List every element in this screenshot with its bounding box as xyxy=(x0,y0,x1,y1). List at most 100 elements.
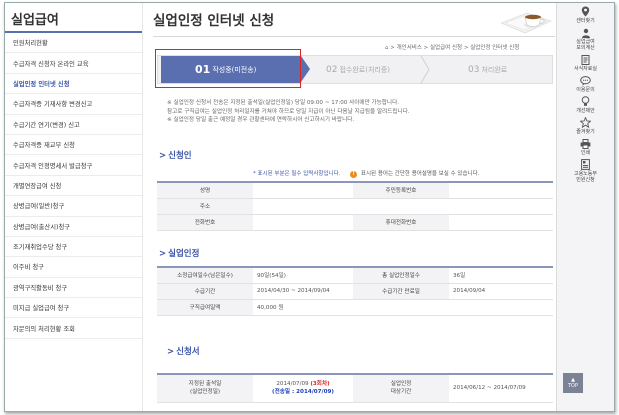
forms-library-button[interactable]: 서식자료실 xyxy=(557,51,614,72)
speech-bubble-icon xyxy=(580,75,592,86)
round-number: (3회차) xyxy=(310,381,330,388)
coffee-cup-illustration xyxy=(500,12,552,34)
application-heading: > 신청서 xyxy=(167,345,200,357)
notice-line-1: ※ 실업인정 신청서 전송은 지정된 출석일(실업인정일) 당일 09:00 ~… xyxy=(167,100,399,106)
browser-frame: 실업급여 민원처리현황 수급자격 신청자 온라인 교육 실업인정 인터넷 신청 … xyxy=(4,2,615,412)
chevron-right-icon: > xyxy=(167,347,175,357)
step-2-label: 접수완료(처리중) xyxy=(339,65,390,74)
step-1-arrow-icon xyxy=(301,56,310,82)
ministry-complaint-label: 고용노동부 민원신청 xyxy=(573,171,597,183)
star-icon xyxy=(580,117,592,128)
step-separator-icon xyxy=(420,56,430,83)
recognition-heading: > 실업인정 xyxy=(159,247,199,259)
inquiry-label: 이용문의 xyxy=(576,87,595,93)
suggestion-label: 개선제안 xyxy=(576,108,595,114)
main-content: 실업인정 인터넷 신청 ⌂ > 개인서비스 > 실업급여 신청 > 실업인정 인… xyxy=(145,3,555,411)
recognition-table: 소정급여일수(남은일수) 90일(54일) 총 실업인정일수 36일 수급기간 … xyxy=(157,266,553,316)
sidebar-item-period-extension[interactable]: 수급기간 연기(변경) 신고 xyxy=(5,115,142,135)
daily-benefit-label: 구직급여일액 xyxy=(157,299,253,316)
table-row: 소정급여일수(남은일수) 90일(54일) 총 실업인정일수 36일 xyxy=(157,267,553,284)
benefit-days-label: 소정급여일수(남은일수) xyxy=(157,267,253,284)
person-icon xyxy=(580,27,592,38)
attendance-date-value: 2014/07/09 (3회차) (전송일 : 2014/07/09) xyxy=(253,374,353,403)
sidebar-item-individual-extension[interactable]: 개별연장급여 신청 xyxy=(5,176,142,197)
mobile-label: 휴대전화번호 xyxy=(353,214,449,231)
forms-library-label: 서식자료실 xyxy=(573,66,597,72)
step-3-label: 처리완료 xyxy=(481,65,508,74)
sidebar-item-unpaid-benefit[interactable]: 미지급 실업급여 청구 xyxy=(5,298,142,319)
sidebar-item-certificate-change[interactable]: 수급자격증 기재사항 변경신고 xyxy=(5,94,142,115)
location-pin-icon xyxy=(580,6,592,17)
sidebar-item-internet-recognition[interactable]: 실업인정 인터넷 신청 xyxy=(5,74,142,95)
right-utility-bar: 센터찾기 실업급여 모의계산 서식자료실 이용문의 개선제안 즐겨찾기 인쇄 고… xyxy=(556,3,614,411)
scroll-top-button[interactable]: ▲ TOP xyxy=(563,373,583,393)
table-row: 주소 xyxy=(157,198,553,215)
sidebar-item-relocation[interactable]: 이주비 청구 xyxy=(5,257,142,278)
ministry-complaint-button[interactable]: 고용노동부 민원신청 xyxy=(557,156,614,183)
sidebar-item-statement-request[interactable]: 수급자격 인정명세서 발급청구 xyxy=(5,155,142,176)
document-icon xyxy=(580,54,592,65)
favorites-label: 즐겨찾기 xyxy=(576,129,595,135)
applicant-heading-label: 신청인 xyxy=(168,151,192,161)
table-row: 지정된 출석일 (실업인정일) 2014/07/09 (3회차) (전송일 : … xyxy=(157,374,553,403)
sidebar-title: 실업급여 xyxy=(5,3,142,33)
scroll-top-label: TOP xyxy=(567,383,578,389)
benefit-period-value: 2014/04/30 ~ 2014/09/04 xyxy=(253,283,353,300)
name-label: 성명 xyxy=(157,182,253,199)
favorites-button[interactable]: 즐겨찾기 xyxy=(557,114,614,135)
phone-field[interactable] xyxy=(253,214,353,231)
period-expiry-label: 수급기간 만료일 xyxy=(353,283,449,300)
sidebar-item-early-reemployment[interactable]: 조기재취업수당 청구 xyxy=(5,237,142,258)
resident-number-field[interactable] xyxy=(449,182,553,199)
application-heading-label: 신청서 xyxy=(176,347,200,357)
resident-number-label: 주민등록번호 xyxy=(353,182,449,199)
total-recognition-days-value: 36일 xyxy=(449,267,553,284)
sidebar-item-sickness-general[interactable]: 상병급여(일반)청구 xyxy=(5,196,142,217)
sent-date: (전송일 : 2014/07/09) xyxy=(272,389,334,396)
sidebar-item-complaint-status[interactable]: 민원처리현황 xyxy=(5,33,142,54)
print-button[interactable]: 인쇄 xyxy=(557,135,614,156)
table-row: 수급기간 2014/04/30 ~ 2014/09/04 수급기간 만료일 20… xyxy=(157,283,553,300)
table-row: 구직급여일액 40,000 원 xyxy=(157,299,553,316)
period-expiry-value: 2014/09/04 xyxy=(449,283,553,300)
target-period-label-line-1: 실업인정 xyxy=(390,381,412,388)
printer-icon xyxy=(580,138,592,149)
mobile-field[interactable] xyxy=(449,214,553,231)
application-table: 지정된 출석일 (실업인정일) 2014/07/09 (3회차) (전송일 : … xyxy=(157,373,553,403)
step-3-complete: 03 처리완료 xyxy=(468,56,507,83)
sidebar-item-advisor-status[interactable]: 자문의의 처리현황 조회 xyxy=(5,318,142,339)
suggestion-button[interactable]: 개선제안 xyxy=(557,93,614,114)
title-divider xyxy=(153,36,555,37)
applicant-table: 성명 주민등록번호 주소 전화번호 휴대전화번호 xyxy=(157,181,553,231)
applicant-heading: > 신청인 xyxy=(159,149,192,161)
notice-line-3: ※ 실업인정 당일 출근 예정일 경우 관할센터에 연락하시어 신고하시기 바랍… xyxy=(167,117,355,123)
table-row: 성명 주민등록번호 xyxy=(157,182,553,199)
left-sidebar: 실업급여 민원처리현황 수급자격 신청자 온라인 교육 실업인정 인터넷 신청 … xyxy=(5,3,143,411)
address-field[interactable] xyxy=(253,198,553,215)
target-period-label-line-2: 대상기간 xyxy=(390,389,412,396)
attendance-date-label: 지정된 출석일 (실업인정일) xyxy=(157,374,253,403)
form-legend: * 표시된 부분은 필수 입력사항입니다. ! 표시된 용어는 간단한 용어설명… xyxy=(253,169,479,178)
target-period-value: 2014/06/12 ~ 2014/07/09 xyxy=(449,374,553,403)
required-legend: * 표시된 부분은 필수 입력사항입니다. xyxy=(253,171,341,177)
sidebar-item-job-search-travel[interactable]: 광역구직활동비 청구 xyxy=(5,278,142,299)
inquiry-button[interactable]: 이용문의 xyxy=(557,72,614,93)
name-field[interactable] xyxy=(253,182,353,199)
target-period-label: 실업인정 대상기간 xyxy=(353,374,449,403)
sidebar-item-online-education[interactable]: 수급자격 신청자 온라인 교육 xyxy=(5,53,142,74)
highlight-box xyxy=(155,49,301,88)
sidebar-item-sickness-maternity[interactable]: 상병급여(출산시)청구 xyxy=(5,217,142,237)
daily-benefit-value: 40,000 원 xyxy=(253,299,353,316)
help-legend: 표시된 용어는 간단한 용어설명을 보실 수 있습니다. xyxy=(360,171,480,177)
table-row: 전화번호 휴대전화번호 xyxy=(157,214,553,231)
address-label: 주소 xyxy=(157,198,253,215)
benefit-calculator-button[interactable]: 실업급여 모의계산 xyxy=(557,24,614,51)
chevron-right-icon: > xyxy=(159,151,167,161)
sidebar-item-certificate-reissue[interactable]: 수급자격증 재교부 신청 xyxy=(5,135,142,156)
empty-cell xyxy=(353,299,553,316)
breadcrumb: ⌂ > 개인서비스 > 실업급여 신청 > 실업인정 인터넷 신청 xyxy=(385,45,520,51)
find-center-button[interactable]: 센터찾기 xyxy=(557,3,614,24)
form-icon xyxy=(580,159,592,170)
print-label: 인쇄 xyxy=(580,150,591,156)
page-title: 실업인정 인터넷 신청 xyxy=(153,13,275,29)
